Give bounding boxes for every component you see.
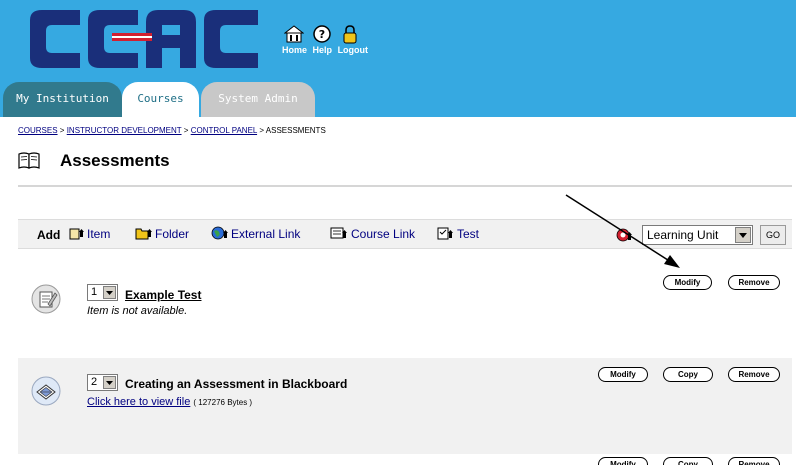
title-divider	[18, 185, 792, 187]
top-link-labels: Home Help Logout	[282, 45, 371, 55]
order-select-value: 2	[91, 376, 98, 388]
add-course-link-label: Course Link	[351, 227, 416, 241]
help-link[interactable]: Help	[313, 45, 333, 55]
home-link[interactable]: Home	[282, 45, 307, 55]
item-title-link[interactable]: Example Test	[125, 288, 201, 302]
add-test-icon	[437, 227, 453, 240]
modify-button[interactable]: Modify	[598, 457, 648, 465]
logout-lock-icon[interactable]	[340, 24, 360, 44]
ccac-logo	[30, 10, 258, 68]
breadcrumb-separator: >	[183, 126, 189, 135]
add-type-select-value: Learning Unit	[647, 228, 719, 242]
add-course-link-icon	[330, 227, 347, 239]
svg-text:?: ?	[319, 28, 325, 41]
add-learning-unit-icon	[616, 228, 632, 242]
copy-button[interactable]: Copy	[663, 367, 713, 382]
breadcrumb-instructor-development[interactable]: INSTRUCTOR DEVELOPMENT	[67, 126, 182, 135]
open-book-icon	[18, 152, 40, 169]
home-icon[interactable]	[284, 24, 304, 44]
add-label: Add	[37, 228, 61, 242]
order-select[interactable]: 2	[87, 374, 118, 391]
remove-button[interactable]: Remove	[728, 367, 780, 382]
breadcrumb-courses[interactable]: COURSES	[18, 126, 58, 135]
add-item-button[interactable]: Item	[69, 225, 129, 243]
header-banner: ? Home Help Logout My Institution Course…	[0, 0, 796, 117]
add-course-link-button[interactable]: Course Link	[330, 225, 428, 243]
modify-button[interactable]: Modify	[598, 367, 648, 382]
order-select[interactable]: 1	[87, 284, 118, 301]
remove-button[interactable]: Remove	[728, 457, 780, 465]
view-file-link[interactable]: Click here to view file	[87, 396, 190, 408]
help-icon[interactable]: ?	[312, 24, 332, 44]
add-item-label: Item	[87, 227, 111, 241]
item-title: Creating an Assessment in Blackboard	[125, 377, 348, 391]
chevron-down-icon	[103, 376, 116, 389]
tab-courses[interactable]: Courses	[122, 82, 199, 117]
add-type-select[interactable]: Learning Unit	[642, 225, 753, 245]
breadcrumb-control-panel[interactable]: CONTROL PANEL	[191, 126, 257, 135]
breadcrumb: COURSES > INSTRUCTOR DEVELOPMENT > CONTR…	[18, 126, 326, 135]
add-external-link-button[interactable]: External Link	[211, 225, 321, 243]
remove-button[interactable]: Remove	[728, 275, 780, 290]
add-action-bar: Add Item Folder External Link Course Lin…	[18, 219, 792, 249]
document-item-icon	[31, 376, 61, 406]
breadcrumb-separator: >	[259, 126, 264, 135]
go-button[interactable]: GO	[760, 225, 786, 245]
top-links: ? Home Help Logout	[282, 24, 372, 64]
add-test-label: Test	[457, 227, 480, 241]
add-test-button[interactable]: Test	[437, 225, 493, 243]
copy-button[interactable]: Copy	[663, 457, 713, 465]
file-size: ( 127276 Bytes )	[193, 398, 253, 407]
add-folder-icon	[135, 228, 152, 240]
add-item-icon	[69, 228, 84, 240]
test-item-icon	[31, 284, 61, 314]
add-external-link-label: External Link	[231, 227, 301, 241]
breadcrumb-separator: >	[59, 126, 65, 135]
order-select-value: 1	[91, 286, 98, 298]
add-external-link-icon	[211, 226, 228, 240]
content-item-row: Modify Copy Remove	[18, 454, 792, 465]
content-item-row: 2 Creating an Assessment in Blackboard C…	[18, 358, 792, 454]
chevron-down-icon	[735, 227, 751, 243]
modify-button[interactable]: Modify	[663, 275, 712, 290]
item-file-info: Click here to view file ( 127276 Bytes )	[87, 396, 252, 408]
tab-system-admin[interactable]: System Admin	[201, 82, 315, 117]
tab-my-institution[interactable]: My Institution	[3, 82, 122, 117]
content-item-row: 1 Example Test Item is not available. Mo…	[18, 256, 792, 358]
add-folder-button[interactable]: Folder	[135, 225, 205, 243]
logout-link[interactable]: Logout	[338, 45, 369, 55]
chevron-down-icon	[103, 286, 116, 299]
page-title: Assessments	[60, 151, 170, 170]
breadcrumb-current: ASSESSMENTS	[265, 126, 326, 135]
add-folder-label: Folder	[155, 227, 190, 241]
item-availability: Item is not available.	[87, 305, 188, 317]
